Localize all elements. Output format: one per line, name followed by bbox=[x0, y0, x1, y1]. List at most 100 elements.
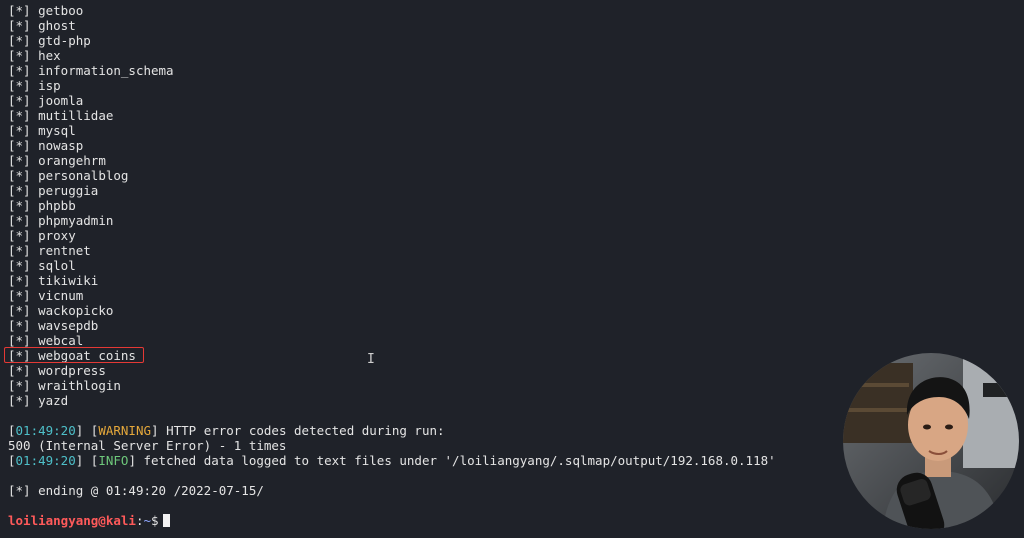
text-cursor bbox=[162, 514, 170, 527]
error-count-line: 500 (Internal Server Error) - 1 times bbox=[8, 438, 287, 453]
database-list-item: [*] rentnet bbox=[8, 243, 834, 258]
bullet-prefix: [*] bbox=[8, 213, 31, 228]
bullet-prefix: [*] bbox=[8, 258, 31, 273]
database-list-item: [*] personalblog bbox=[8, 168, 834, 183]
database-list-item: [*] sqlol bbox=[8, 258, 834, 273]
database-name: mutillidae bbox=[38, 108, 114, 123]
database-name: peruggia bbox=[38, 183, 99, 198]
database-name: phpmyadmin bbox=[38, 213, 114, 228]
ending-prefix: [*] bbox=[8, 483, 31, 498]
database-name: isp bbox=[38, 78, 61, 93]
bullet-prefix: [*] bbox=[8, 243, 31, 258]
database-list-item: [*] mutillidae bbox=[8, 108, 834, 123]
highlight-box bbox=[4, 347, 144, 363]
database-list-item: [*] information_schema bbox=[8, 63, 834, 78]
database-name: tikiwiki bbox=[38, 273, 99, 288]
database-name: webcal bbox=[38, 333, 84, 348]
database-name: wordpress bbox=[38, 363, 106, 378]
database-list-item: [*] webcal bbox=[8, 333, 834, 348]
database-name: yazd bbox=[38, 393, 69, 408]
database-name: wavsepdb bbox=[38, 318, 99, 333]
shell-prompt[interactable]: loiliangyang@kali:~$ bbox=[8, 513, 834, 528]
database-list-item: [*] wavsepdb bbox=[8, 318, 834, 333]
database-name: hex bbox=[38, 48, 61, 63]
database-name: phpbb bbox=[38, 198, 76, 213]
bullet-prefix: [*] bbox=[8, 183, 31, 198]
database-list-item: [*] webgoat_coins bbox=[4, 347, 834, 363]
bullet-prefix: [*] bbox=[8, 333, 31, 348]
bullet-prefix: [*] bbox=[8, 303, 31, 318]
terminal-window[interactable]: [*] getboo [*] ghost [*] gtd-php [*] hex [*]… bbox=[0, 0, 1024, 538]
bullet-prefix: [*] bbox=[8, 378, 31, 393]
database-name: orangehrm bbox=[38, 153, 106, 168]
bullet-prefix: [*] bbox=[8, 288, 31, 303]
info-timestamp: 01:49:20 bbox=[15, 453, 76, 468]
prompt-user-host: loiliangyang@kali bbox=[8, 513, 136, 528]
warning-tag: WARNING bbox=[98, 423, 152, 438]
prompt-cwd: ~ bbox=[143, 513, 151, 528]
database-list-item: [*] wackopicko bbox=[8, 303, 834, 318]
database-list-item: [*] wraithlogin bbox=[8, 378, 834, 393]
database-name: joomla bbox=[38, 93, 84, 108]
bullet-prefix: [*] bbox=[8, 153, 31, 168]
bullet-prefix: [*] bbox=[8, 393, 31, 408]
bullet-prefix: [*] bbox=[8, 123, 31, 138]
warning-timestamp: 01:49:20 bbox=[15, 423, 76, 438]
bullet-prefix: [*] bbox=[8, 3, 31, 18]
info-tag: INFO bbox=[98, 453, 129, 468]
database-list-item: [*] isp bbox=[8, 78, 834, 93]
database-name: wraithlogin bbox=[38, 378, 121, 393]
bullet-prefix: [*] bbox=[8, 48, 31, 63]
database-name: sqlol bbox=[38, 258, 76, 273]
database-list-item: [*] orangehrm bbox=[8, 153, 834, 168]
database-list-item: [*] vicnum bbox=[8, 288, 834, 303]
database-list-item: [*] proxy bbox=[8, 228, 834, 243]
ending-text: ending @ 01:49:20 /2022-07-15/ bbox=[38, 483, 264, 498]
database-name: personalblog bbox=[38, 168, 129, 183]
database-list-item: [*] wordpress bbox=[8, 363, 834, 378]
warning-line: [01:49:20] [WARNING] HTTP error codes de… bbox=[8, 423, 445, 438]
presenter-webcam-overlay bbox=[843, 353, 1019, 529]
i-beam-cursor-icon: I bbox=[367, 352, 375, 367]
bullet-prefix: [*] bbox=[8, 138, 31, 153]
bullet-prefix: [*] bbox=[8, 108, 31, 123]
database-list-item: [*] nowasp bbox=[8, 138, 834, 153]
bullet-prefix: [*] bbox=[8, 273, 31, 288]
bullet-prefix: [*] bbox=[8, 363, 31, 378]
database-list-item: [*] yazd bbox=[8, 393, 834, 408]
bullet-prefix: [*] bbox=[8, 63, 31, 78]
bullet-prefix: [*] bbox=[8, 228, 31, 243]
database-name: getboo bbox=[38, 3, 84, 18]
database-list-item: [*] phpbb bbox=[8, 198, 834, 213]
database-name: wackopicko bbox=[38, 303, 114, 318]
database-list-item: [*] ghost bbox=[8, 18, 834, 33]
prompt-symbol: $ bbox=[151, 513, 159, 528]
database-list-item: [*] hex bbox=[8, 48, 834, 63]
database-name: nowasp bbox=[38, 138, 84, 153]
database-name: information_schema bbox=[38, 63, 174, 78]
info-line: [01:49:20] [INFO] fetched data logged to… bbox=[8, 453, 776, 468]
database-list-item: [*] tikiwiki bbox=[8, 273, 834, 288]
database-name: proxy bbox=[38, 228, 76, 243]
warning-text: HTTP error codes detected during run: bbox=[166, 423, 445, 438]
database-list: [*] getboo [*] ghost [*] gtd-php [*] hex [*]… bbox=[4, 3, 834, 408]
database-name: gtd-php bbox=[38, 33, 91, 48]
bullet-prefix: [*] bbox=[8, 93, 31, 108]
bullet-prefix: [*] bbox=[8, 18, 31, 33]
database-list-item: [*] gtd-php bbox=[8, 33, 834, 48]
database-list-item: [*] phpmyadmin bbox=[8, 213, 834, 228]
info-text: fetched data logged to text files under … bbox=[143, 453, 776, 468]
ending-line: [*] ending @ 01:49:20 /2022-07-15/ bbox=[8, 483, 834, 498]
database-list-item: [*] getboo bbox=[8, 3, 834, 18]
bullet-prefix: [*] bbox=[8, 33, 31, 48]
database-list-item: [*] joomla bbox=[8, 93, 834, 108]
database-name: ghost bbox=[38, 18, 76, 33]
presenter-webcam-image bbox=[843, 353, 1019, 529]
database-name: mysql bbox=[38, 123, 76, 138]
bullet-prefix: [*] bbox=[8, 78, 31, 93]
bullet-prefix: [*] bbox=[8, 198, 31, 213]
database-name: vicnum bbox=[38, 288, 84, 303]
